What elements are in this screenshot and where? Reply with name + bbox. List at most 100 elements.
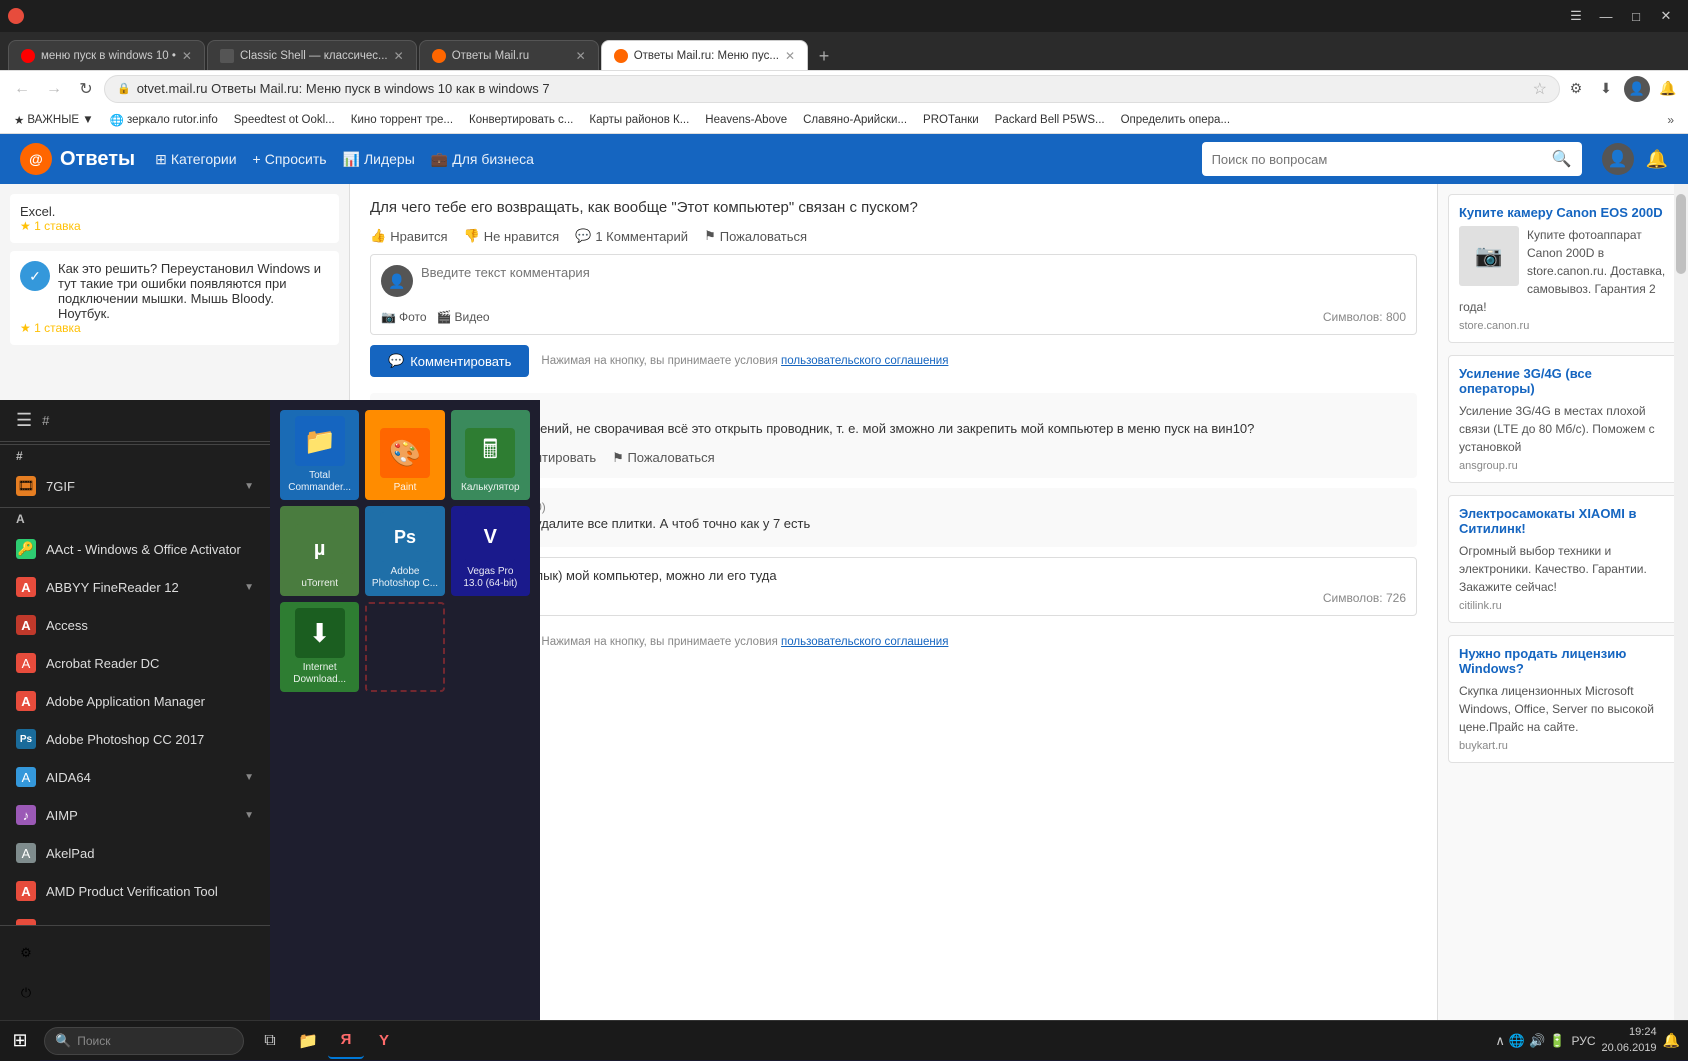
bottom-gear[interactable]: ⚙ — [0, 934, 270, 972]
ad-1-title[interactable]: Купите камеру Canon EOS 200D — [1459, 205, 1667, 220]
close-button[interactable]: ✕ — [1652, 5, 1680, 27]
forward-button[interactable]: → — [40, 75, 68, 103]
header-search[interactable]: 🔍 — [1202, 142, 1582, 176]
submit-comment-btn-1[interactable]: 💬 Комментировать — [370, 345, 529, 377]
bookmark-protanki[interactable]: PROТанки — [917, 112, 985, 128]
hamburger-menu[interactable]: ☰ — [16, 410, 32, 431]
tray-network-icon[interactable]: 🌐 — [1509, 1033, 1525, 1049]
tile-utorrent[interactable]: µ uTorrent — [280, 506, 359, 596]
tile-vegas[interactable]: V Vegas Pro 13.0 (64-bit) — [451, 506, 530, 596]
tile-calculator[interactable]: 🖩 Калькулятор — [451, 410, 530, 500]
search-icon[interactable]: 🔍 — [1552, 149, 1572, 169]
tab-1-close[interactable]: ✕ — [182, 49, 192, 63]
bookmark-speedtest[interactable]: Speedtest ot Ookl... — [228, 112, 341, 128]
app-aact[interactable]: 🔑 AAct - Windows & Office Activator — [0, 530, 270, 568]
tile-idm[interactable]: ⬇ Internet Download... — [280, 602, 359, 692]
tab-1[interactable]: меню пуск в windows 10 • ✕ — [8, 40, 205, 70]
tab-4-close[interactable]: ✕ — [785, 49, 795, 63]
address-bar[interactable]: 🔒 otvet.mail.ru Ответы Mail.ru: Меню пус… — [104, 75, 1560, 103]
taskbar-browser-2[interactable]: Y — [366, 1023, 402, 1059]
tile-total-commander[interactable]: 📁 Total Commander... — [280, 410, 359, 500]
app-abbyy[interactable]: A ABBYY FineReader 12 ▼ — [0, 568, 270, 606]
tray-up-icon[interactable]: ∧ — [1495, 1033, 1505, 1049]
comment-textarea-1[interactable] — [421, 265, 1406, 310]
app-amd-verify[interactable]: A AMD Product Verification Tool — [0, 872, 270, 910]
comments-btn-1[interactable]: 💬 1 Комментарий — [575, 228, 688, 244]
start-menu: ☰ # # 🎞 7GIF ▼ A 🔑 AAct - Windows & Offi… — [0, 400, 540, 1020]
bookmark-heavens[interactable]: Heavens-Above — [699, 112, 793, 128]
restore-button[interactable]: — — [1592, 5, 1620, 27]
start-button[interactable]: ⊞ — [0, 1021, 40, 1061]
app-7gif[interactable]: 🎞 7GIF ▼ — [0, 467, 270, 505]
user-avatar[interactable]: 👤 — [1602, 143, 1634, 175]
dislike-btn-1[interactable]: 👎 Не нравится — [464, 228, 560, 244]
site-scrollbar[interactable] — [1674, 184, 1688, 1020]
nav-leaders[interactable]: 📊 Лидеры — [343, 151, 415, 168]
tab-4[interactable]: Ответы Mail.ru: Меню пус... ✕ — [601, 40, 808, 70]
like-btn-1[interactable]: 👍 Нравится — [370, 228, 448, 244]
ad-4-title[interactable]: Нужно продать лицензию Windows? — [1459, 646, 1667, 676]
app-aimp[interactable]: ♪ AIMP ▼ — [0, 796, 270, 834]
tray-volume-icon[interactable]: 🔊 — [1529, 1033, 1545, 1049]
maximize-button[interactable]: □ — [1622, 5, 1650, 27]
app-access[interactable]: A Access — [0, 606, 270, 644]
policy-link-2[interactable]: пользовательского соглашения — [781, 636, 948, 648]
taskbar-task-view[interactable]: ⧉ — [252, 1023, 288, 1059]
bookmark-important[interactable]: ★ ВАЖНЫЕ ▼ — [8, 111, 100, 129]
notification-icon[interactable]: 🔔 — [1656, 77, 1680, 101]
taskbar-yandex[interactable]: Я — [328, 1023, 364, 1059]
tray-battery-icon[interactable]: 🔋 — [1549, 1033, 1565, 1049]
tile-photoshop[interactable]: Ps Adobe Photoshop C... — [365, 506, 444, 596]
bookmark-rutor[interactable]: 🌐 зеркало rutor.info — [104, 111, 224, 129]
scrollbar-thumb[interactable] — [1676, 194, 1686, 274]
video-btn[interactable]: 🎬 Видео — [437, 310, 490, 324]
policy-link-1[interactable]: пользовательского соглашения — [781, 355, 948, 367]
logo-icon: @ — [20, 143, 52, 175]
report-btn-1[interactable]: ⚑ Пожаловаться — [704, 228, 807, 244]
tab-2-close[interactable]: ✕ — [394, 49, 404, 63]
bookmark-convert[interactable]: Конвертировать с... — [463, 112, 579, 128]
app-acrobat[interactable]: A Acrobat Reader DC — [0, 644, 270, 682]
ad-3-title[interactable]: Электросамокаты XIAOMI в Ситилинк! — [1459, 506, 1667, 536]
back-button[interactable]: ← — [8, 75, 36, 103]
bookmark-determine[interactable]: Определить опера... — [1115, 112, 1236, 128]
nav-business[interactable]: 💼 Для бизнеса — [431, 151, 534, 168]
tab-3-close[interactable]: ✕ — [576, 49, 586, 63]
app-aida64[interactable]: A AIDA64 ▼ — [0, 758, 270, 796]
tab-3[interactable]: Ответы Mail.ru ✕ — [419, 40, 599, 70]
bookmark-kino[interactable]: Кино торрент тре... — [345, 112, 459, 128]
report-answer-1[interactable]: ⚑ Пожаловаться — [612, 450, 715, 466]
ad-1: Купите камеру Canon EOS 200D 📷 Купите фо… — [1448, 194, 1678, 343]
refresh-button[interactable]: ↻ — [72, 75, 100, 103]
profile-icon[interactable]: 👤 — [1624, 76, 1650, 102]
notifications-bell[interactable]: 🔔 — [1646, 149, 1668, 170]
site-logo[interactable]: @ Ответы — [20, 143, 135, 175]
nav-categories[interactable]: ⊞ Категории — [155, 151, 236, 168]
bookmarks-more[interactable]: » — [1661, 111, 1680, 129]
bookmark-icon[interactable]: ☆ — [1533, 79, 1547, 99]
tab-2[interactable]: Classic Shell — классичес... ✕ — [207, 40, 417, 70]
taskbar-search[interactable]: 🔍 Поиск — [44, 1027, 244, 1055]
download-icon[interactable]: ⬇ — [1594, 77, 1618, 101]
bookmark-packard[interactable]: Packard Bell P5WS... — [989, 112, 1111, 128]
language-indicator[interactable]: РУС — [1571, 1034, 1595, 1048]
nav-right: ⚙ ⬇ 👤 🔔 — [1564, 76, 1680, 102]
ad-2-title[interactable]: Усиление 3G/4G (все операторы) — [1459, 366, 1667, 396]
app-photoshop[interactable]: Ps Adobe Photoshop CC 2017 — [0, 720, 270, 758]
taskbar-explorer[interactable]: 📁 — [290, 1023, 326, 1059]
extensions-icon[interactable]: ⚙ — [1564, 77, 1588, 101]
photo-btn[interactable]: 📷 Фото — [381, 310, 427, 324]
tile-paint[interactable]: 🎨 Paint — [365, 410, 444, 500]
bottom-power[interactable]: ⏻ — [0, 974, 270, 1012]
bookmark-maps[interactable]: Карты районов К... — [583, 112, 695, 128]
app-akelpad[interactable]: A AkelPad — [0, 834, 270, 872]
notifications-icon[interactable]: 🔔 — [1663, 1032, 1680, 1049]
app-amd-ryzen[interactable]: A AMD Ryzen Master ▼ — [0, 910, 270, 925]
minimize-button[interactable]: ☰ — [1562, 5, 1590, 27]
bookmark-slavic[interactable]: Славяно-Арийски... — [797, 112, 913, 128]
system-clock[interactable]: 19:24 20.06.2019 — [1602, 1025, 1657, 1056]
search-input[interactable] — [1212, 152, 1546, 167]
app-adobe-manager[interactable]: A Adobe Application Manager — [0, 682, 270, 720]
nav-ask[interactable]: + Спросить — [253, 151, 327, 167]
new-tab-button[interactable]: + — [810, 42, 838, 70]
